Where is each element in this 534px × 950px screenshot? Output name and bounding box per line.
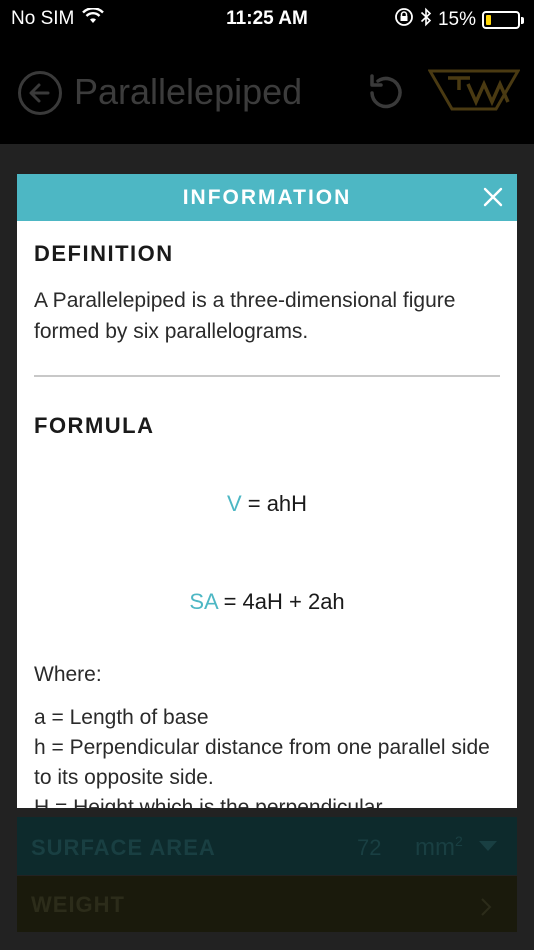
volume-variable: V (226, 491, 242, 516)
nav-header: Parallelepiped (0, 38, 534, 144)
close-icon[interactable] (483, 187, 503, 212)
page-title: Parallelepiped (74, 71, 303, 112)
surface-area-value: 72 (357, 835, 382, 860)
bluetooth-icon (420, 7, 432, 33)
definition-text: A Parallelepiped is a three-dimensional … (34, 289, 456, 343)
definition-heading: DEFINITION (34, 241, 174, 266)
volume-formula: V = ahH (34, 491, 500, 517)
where-label: Where: (34, 663, 102, 686)
chevron-right-icon (479, 896, 493, 923)
modal-title: INFORMATION (182, 186, 352, 209)
definition-a: a = Length of base (34, 706, 209, 729)
formula-heading: FORMULA (34, 413, 155, 438)
information-modal: INFORMATION DEFINITION A Parallelepiped … (17, 174, 517, 808)
surface-area-variable: SA (189, 589, 218, 614)
surface-area-label: SURFACE AREA (31, 835, 216, 860)
battery-tip (521, 16, 524, 24)
volume-expression: = ahH (241, 491, 308, 516)
dropdown-icon[interactable] (479, 841, 497, 851)
variable-definitions: a = Length of base h = Perpendicular dis… (34, 703, 500, 808)
battery-icon (482, 11, 520, 29)
status-bar: No SIM 11:25 AM 15% (0, 0, 534, 38)
reset-icon[interactable] (362, 70, 408, 121)
surface-area-unit[interactable]: mm2 (415, 833, 463, 862)
logo-icon (427, 68, 521, 117)
definition-h: h = Perpendicular distance from one para… (34, 736, 490, 789)
modal-header: INFORMATION (17, 174, 517, 221)
battery-percent: 15% (437, 9, 476, 30)
unit-exponent: 2 (454, 833, 463, 849)
weight-label: WEIGHT (31, 892, 125, 917)
surface-area-expression: = 4aH + 2ah (217, 589, 345, 614)
divider (34, 375, 500, 377)
surface-area-formula: SA = 4aH + 2ah (34, 589, 500, 615)
status-right: 15% (394, 7, 524, 33)
definition-H: H = Height which is the perpendicular (34, 796, 383, 808)
lock-rotation-icon (394, 7, 414, 33)
back-icon[interactable] (18, 71, 62, 115)
unit-base: mm (415, 834, 455, 861)
weight-row[interactable]: WEIGHT (17, 876, 517, 932)
surface-area-row[interactable]: SURFACE AREA 72 mm2 (17, 817, 517, 875)
